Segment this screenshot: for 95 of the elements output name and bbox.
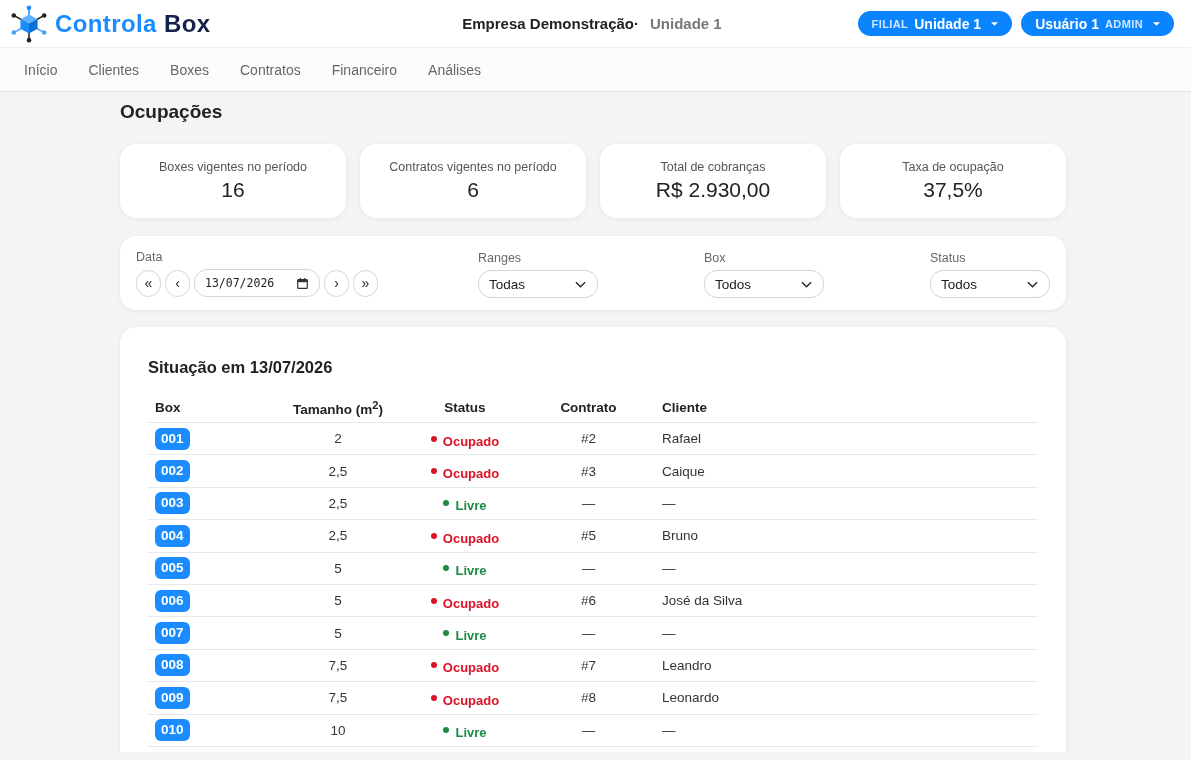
table-cell: 2,5 bbox=[268, 454, 408, 488]
table-cell: 2,5 bbox=[268, 487, 408, 520]
box-badge: 005 bbox=[155, 557, 190, 580]
dropdown[interactable]: Todos bbox=[704, 270, 824, 298]
column-header: Cliente bbox=[655, 393, 1038, 423]
date-step-button[interactable]: « bbox=[136, 269, 161, 297]
logo-text: Controla Box bbox=[55, 9, 211, 38]
table-cell: Bruno bbox=[655, 519, 1038, 553]
table-cell: #2 bbox=[522, 422, 655, 455]
stat-value: 37,5% bbox=[923, 178, 983, 202]
nav-link[interactable]: Contratos bbox=[240, 61, 301, 78]
calendar-icon bbox=[297, 277, 308, 289]
status-text: Ocupado bbox=[442, 660, 500, 676]
table-cell: — bbox=[522, 487, 655, 520]
box-badge: 010 bbox=[155, 719, 190, 742]
nav-link[interactable]: Análises bbox=[428, 61, 481, 78]
status-text: Livre bbox=[455, 498, 487, 514]
date-field[interactable]: 13/07/2026 bbox=[194, 269, 320, 297]
status-text: Livre bbox=[455, 563, 487, 579]
table-cell: #8 bbox=[522, 681, 655, 714]
table-cell: Leandro bbox=[655, 649, 1038, 682]
box-badge: 009 bbox=[155, 686, 190, 709]
branch-button[interactable]: FILIAL Unidade 1 bbox=[857, 11, 1013, 36]
chevron-down-icon bbox=[1027, 280, 1038, 288]
box-badge: 001 bbox=[155, 427, 190, 450]
filter-label: Data bbox=[136, 250, 163, 265]
chevron-down-icon bbox=[575, 280, 586, 288]
date-step-button[interactable]: › bbox=[324, 269, 349, 297]
table-cell: #3 bbox=[522, 454, 655, 488]
table-cell: — bbox=[655, 487, 1038, 520]
box-badge: 008 bbox=[155, 654, 190, 677]
stat-label: Taxa de ocupação bbox=[902, 160, 1004, 174]
caret-icon bbox=[1153, 21, 1160, 26]
stat-value: 16 bbox=[221, 178, 245, 202]
table-cell: 7,5 bbox=[268, 681, 408, 714]
table-cell: 2,5 bbox=[268, 519, 408, 553]
column-header: Contrato bbox=[522, 393, 655, 423]
stat-label: Contratos vigentes no período bbox=[389, 160, 557, 174]
filter-label: Box bbox=[704, 251, 726, 266]
dropdown[interactable]: Todos bbox=[930, 270, 1050, 298]
user-button[interactable]: Usuário 1 ADMIN bbox=[1021, 11, 1174, 36]
table-cell: 5 bbox=[268, 552, 408, 585]
table-cell: José da Silva bbox=[655, 584, 1038, 617]
table-cell: Rafael bbox=[655, 422, 1038, 455]
page-title: Ocupações bbox=[120, 100, 224, 124]
table-cell: — bbox=[655, 616, 1038, 650]
box-badge: 006 bbox=[155, 589, 190, 612]
table-cell: — bbox=[522, 616, 655, 650]
nav-link[interactable]: Clientes bbox=[88, 61, 140, 78]
table-cell: — bbox=[655, 552, 1038, 585]
company-name: Empresa Demonstração· bbox=[462, 15, 639, 32]
status-text: Livre bbox=[455, 628, 487, 644]
stat-value: 6 bbox=[467, 178, 479, 202]
filter-label: Ranges bbox=[478, 251, 522, 266]
unit-name: Unidade 1 bbox=[650, 15, 722, 32]
dropdown[interactable]: Todas bbox=[478, 270, 598, 298]
status-text: Ocupado bbox=[442, 595, 500, 611]
table-cell: #6 bbox=[522, 584, 655, 617]
chevron-down-icon bbox=[801, 280, 812, 288]
status-text: Ocupado bbox=[442, 692, 500, 708]
stat-value: R$ 2.930,00 bbox=[655, 178, 771, 202]
filter-label: Status bbox=[930, 251, 966, 266]
table-cell: Caique bbox=[655, 454, 1038, 488]
table-cell: 5 bbox=[268, 584, 408, 617]
nav-link[interactable]: Financeiro bbox=[331, 61, 398, 78]
status-text: Livre bbox=[455, 725, 487, 741]
table-cell: — bbox=[655, 714, 1038, 747]
date-step-button[interactable]: » bbox=[353, 269, 378, 297]
table-cell: #5 bbox=[522, 519, 655, 553]
column-header: Tamanho (m$^{2}$) bbox=[268, 393, 408, 423]
nav-link[interactable]: Boxes bbox=[170, 61, 209, 78]
table-cell: 5 bbox=[268, 616, 408, 650]
table-cell: 10 bbox=[268, 714, 408, 747]
status-text: Ocupado bbox=[442, 433, 500, 449]
table-cell: 7,5 bbox=[268, 649, 408, 682]
nav-link[interactable]: Início bbox=[24, 61, 58, 78]
caret-icon bbox=[991, 21, 999, 26]
status-text: Ocupado bbox=[442, 466, 500, 482]
table-cell: — bbox=[522, 552, 655, 585]
table-cell: Leonardo bbox=[655, 681, 1038, 714]
table-cell: — bbox=[522, 714, 655, 747]
column-header: Box bbox=[148, 393, 268, 423]
table-cell: 2 bbox=[268, 422, 408, 455]
table-cell: #7 bbox=[522, 649, 655, 682]
logo-icon bbox=[10, 4, 48, 43]
stat-label: Boxes vigentes no período bbox=[159, 160, 307, 174]
stat-label: Total de cobranças bbox=[660, 160, 766, 174]
box-badge: 002 bbox=[155, 460, 190, 483]
box-badge: 007 bbox=[155, 622, 190, 645]
date-step-button[interactable]: ‹ bbox=[165, 269, 190, 297]
column-header: Status bbox=[408, 393, 522, 423]
status-text: Ocupado bbox=[442, 530, 500, 546]
box-badge: 003 bbox=[155, 492, 190, 515]
table-title: Situação em 13/07/2026 bbox=[148, 357, 334, 378]
box-badge: 004 bbox=[155, 524, 190, 547]
